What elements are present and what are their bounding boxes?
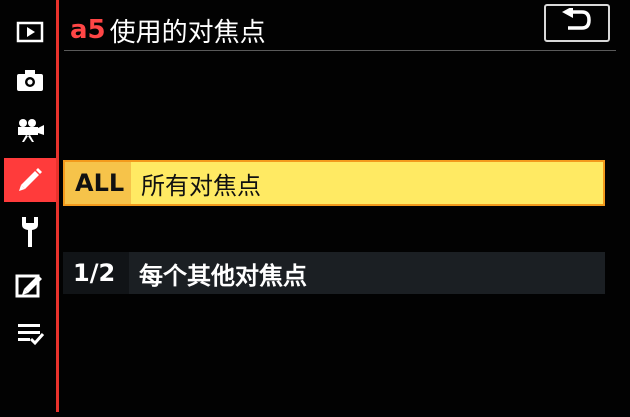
- menu-sidebar: [0, 0, 58, 417]
- option-half[interactable]: 1/2 每个其他对焦点: [63, 252, 605, 294]
- movie-camera-icon: [14, 117, 46, 143]
- sidebar-item-photo-shooting[interactable]: [4, 58, 56, 102]
- menu-code: a5: [70, 15, 106, 45]
- option-key: ALL: [65, 162, 131, 204]
- option-all[interactable]: ALL 所有对焦点: [63, 160, 605, 206]
- sidebar-item-custom-settings[interactable]: [4, 158, 56, 202]
- option-label: 每个其他对焦点: [139, 261, 307, 290]
- my-menu-icon: [15, 321, 45, 347]
- return-arrow-icon: [560, 6, 594, 38]
- playback-icon: [16, 21, 44, 43]
- option-label: 所有对焦点: [141, 171, 261, 200]
- wrench-icon: [18, 215, 42, 249]
- sidebar-item-retouch[interactable]: [4, 262, 56, 306]
- retouch-icon: [14, 269, 46, 299]
- back-button[interactable]: [544, 4, 610, 42]
- menu-header: a5 使用的对焦点: [70, 10, 266, 50]
- camera-menu-screen: a5 使用的对焦点 ALL 所有对焦点 1/2 每个其他对焦点: [0, 0, 630, 417]
- sidebar-item-movie-shooting[interactable]: [4, 108, 56, 152]
- sidebar-divider: [56, 0, 59, 412]
- page-title: 使用的对焦点: [109, 17, 266, 48]
- sidebar-item-setup[interactable]: [4, 210, 56, 254]
- header-divider: [64, 50, 616, 51]
- sidebar-item-my-menu[interactable]: [4, 312, 56, 356]
- sidebar-item-playback[interactable]: [4, 10, 56, 54]
- option-key: 1/2: [63, 252, 129, 294]
- camera-icon: [15, 68, 45, 92]
- pencil-icon: [15, 165, 45, 195]
